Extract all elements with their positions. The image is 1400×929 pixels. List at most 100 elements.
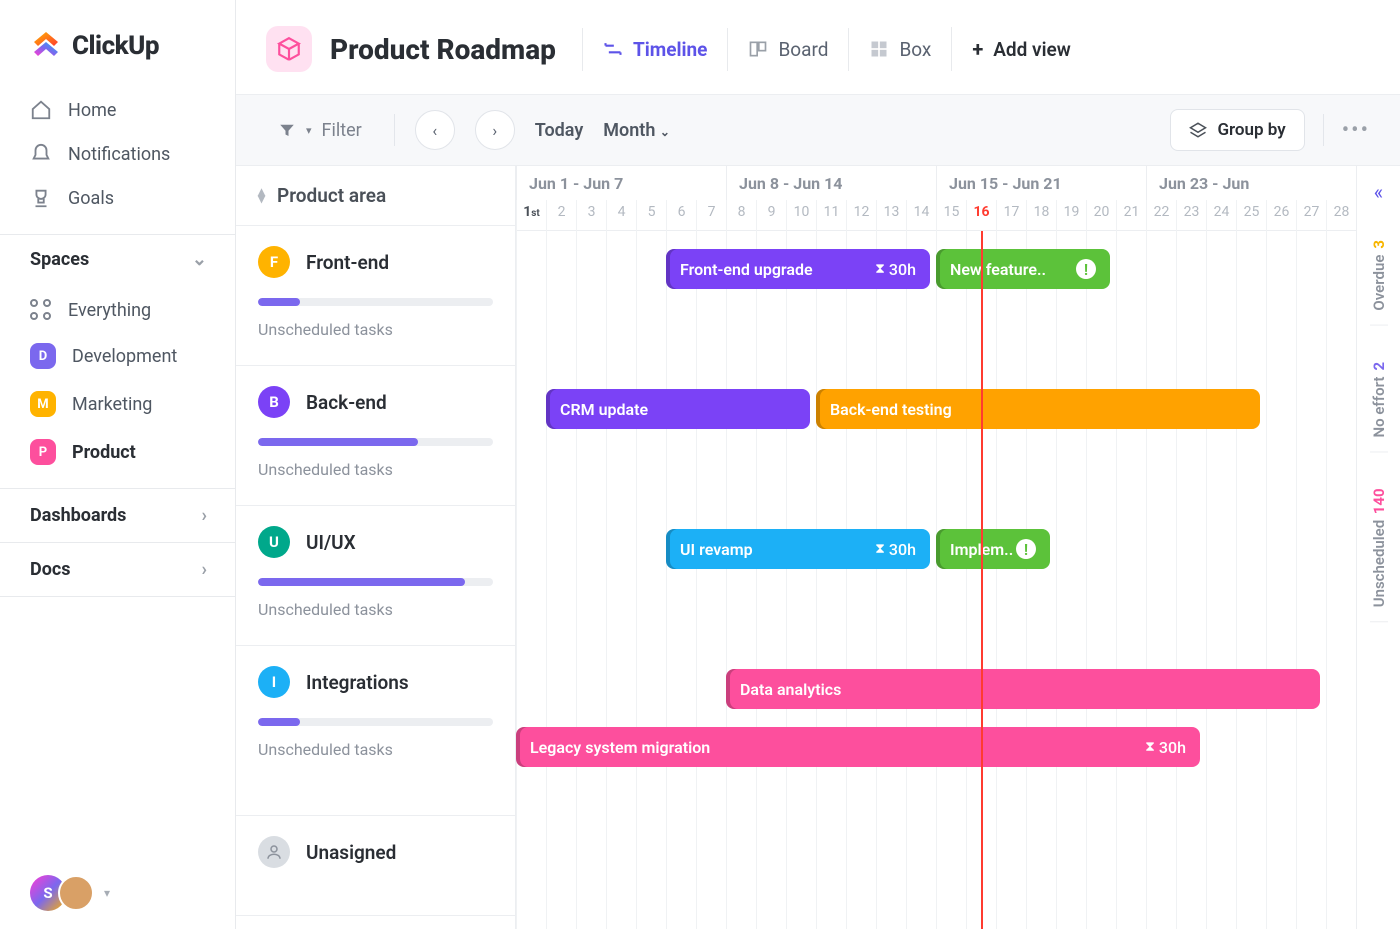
today-button[interactable]: Today (535, 120, 584, 141)
rail-noeffort-label: No effort (1370, 376, 1388, 437)
tab-timeline-label: Timeline (633, 38, 708, 61)
nav-notifications[interactable]: Notifications (0, 132, 235, 176)
logo[interactable]: ClickUp (0, 0, 235, 86)
task-bar[interactable]: Implem..! (936, 529, 1050, 569)
range-select[interactable]: Month ⌄ (603, 120, 670, 141)
space-icon[interactable] (266, 26, 312, 72)
task-bar[interactable]: New feature..! (936, 249, 1110, 289)
chevron-right-icon: › (202, 559, 207, 580)
day-label: 24 (1206, 200, 1236, 231)
group-header[interactable]: ▴▾ Product area (236, 166, 515, 226)
plus-icon: + (972, 37, 983, 61)
group-badge (258, 836, 290, 868)
group-row[interactable]: U UI/UX Unscheduled tasks (236, 506, 515, 646)
rail-unscheduled-label: Unscheduled (1370, 520, 1388, 607)
task-label: Data analytics (740, 680, 841, 699)
toolbar: ▾ Filter ‹ › Today Month ⌄ Group by ••• (236, 94, 1400, 166)
space-badge-p: P (30, 439, 56, 465)
space-everything[interactable]: Everything (0, 288, 235, 332)
task-hours: ⧗30h (875, 540, 916, 559)
group-header-label: Product area (277, 184, 386, 207)
space-marketing[interactable]: M Marketing (0, 380, 235, 428)
nav-home[interactable]: Home (0, 88, 235, 132)
collapse-rail-button[interactable]: « (1374, 180, 1383, 204)
filter-icon (278, 121, 296, 139)
unscheduled-label[interactable]: Unscheduled tasks (258, 600, 493, 619)
task-bar[interactable]: Data analytics (726, 669, 1320, 709)
day-label: 4 (606, 200, 636, 231)
day-label: 9 (756, 200, 786, 231)
avatar (58, 875, 94, 911)
day-label: 17 (996, 200, 1026, 231)
day-label: 25 (1236, 200, 1266, 231)
group-name: Integrations (306, 671, 409, 694)
timeline-chart[interactable]: Jun 1 - Jun 7Jun 8 - Jun 14Jun 15 - Jun … (516, 166, 1356, 929)
rail-noeffort[interactable]: No effort 2 (1370, 348, 1388, 452)
task-label: Front-end upgrade (680, 260, 813, 279)
hourglass-icon: ⧗ (1145, 739, 1155, 755)
unscheduled-label[interactable]: Unscheduled tasks (258, 740, 493, 759)
nav-dashboards-label: Dashboards (30, 505, 126, 526)
page-title: Product Roadmap (330, 33, 556, 66)
nav-docs-label: Docs (30, 559, 70, 580)
week-label: Jun 1 - Jun 7 (516, 166, 726, 200)
group-row[interactable]: I Integrations Unscheduled tasks (236, 646, 515, 816)
space-badge-d: D (30, 343, 56, 369)
chevron-down-icon: ⌄ (192, 249, 207, 270)
task-label: Back-end testing (830, 400, 952, 419)
space-product-label: Product (72, 442, 136, 463)
unscheduled-label[interactable]: Unscheduled tasks (258, 460, 493, 479)
rail-overdue-label: Overdue (1370, 255, 1388, 311)
task-bar[interactable]: UI revamp⧗30h (666, 529, 930, 569)
space-product[interactable]: P Product (0, 428, 235, 476)
group-row[interactable]: B Back-end Unscheduled tasks (236, 366, 515, 506)
box-icon (869, 39, 889, 59)
group-badge: U (258, 526, 290, 558)
nav-home-label: Home (68, 100, 116, 121)
spaces-header[interactable]: Spaces ⌄ (0, 234, 235, 284)
tab-timeline[interactable]: Timeline (582, 28, 728, 71)
prev-button[interactable]: ‹ (415, 110, 455, 150)
day-label: 7 (696, 200, 726, 231)
warning-icon: ! (1016, 539, 1036, 559)
groupby-button[interactable]: Group by (1170, 109, 1304, 151)
group-name: Back-end (306, 391, 387, 414)
filter-button[interactable]: ▾ Filter (266, 114, 374, 147)
rail-overdue[interactable]: Overdue 3 (1370, 226, 1388, 326)
nav-goals[interactable]: Goals (0, 176, 235, 220)
group-row[interactable]: Unasigned (236, 816, 515, 916)
nav-dashboards[interactable]: Dashboards › (0, 488, 235, 542)
user-menu[interactable]: S ▾ (0, 857, 235, 929)
tab-box-label: Box (899, 38, 931, 61)
day-label: 12 (846, 200, 876, 231)
nav-docs[interactable]: Docs › (0, 542, 235, 597)
space-everything-label: Everything (68, 300, 151, 321)
day-label: 18 (1026, 200, 1056, 231)
caret-down-icon: ▾ (104, 886, 110, 900)
tab-board-label: Board (778, 38, 828, 61)
task-bar[interactable]: Back-end testing (816, 389, 1260, 429)
space-development[interactable]: D Development (0, 332, 235, 380)
more-button[interactable]: ••• (1342, 118, 1370, 143)
task-label: New feature.. (950, 260, 1046, 279)
sidebar: ClickUp Home Notifications Goals Spaces … (0, 0, 236, 929)
task-bar[interactable]: CRM update (546, 389, 810, 429)
unscheduled-label[interactable]: Unscheduled tasks (258, 320, 493, 339)
group-badge: F (258, 246, 290, 278)
day-label: 10 (786, 200, 816, 231)
task-bar[interactable]: Front-end upgrade⧗30h (666, 249, 930, 289)
add-view-button[interactable]: + Add view (951, 27, 1090, 71)
filter-label: Filter (322, 120, 362, 141)
group-row[interactable]: F Front-end Unscheduled tasks (236, 226, 515, 366)
rail-unscheduled[interactable]: Unscheduled 140 (1370, 474, 1388, 622)
next-button[interactable]: › (475, 110, 515, 150)
nav-goals-label: Goals (68, 188, 114, 209)
task-bar[interactable]: Legacy system migration⧗30h (516, 727, 1200, 767)
day-label: 16 (966, 200, 996, 231)
day-label: 23 (1176, 200, 1206, 231)
tab-box[interactable]: Box (848, 28, 951, 71)
main: Product Roadmap Timeline Board Box + Add… (236, 0, 1400, 929)
group-column: ▴▾ Product area F Front-end Unscheduled … (236, 166, 516, 929)
view-tabs: Timeline Board Box + Add view (582, 27, 1091, 71)
tab-board[interactable]: Board (727, 28, 848, 71)
